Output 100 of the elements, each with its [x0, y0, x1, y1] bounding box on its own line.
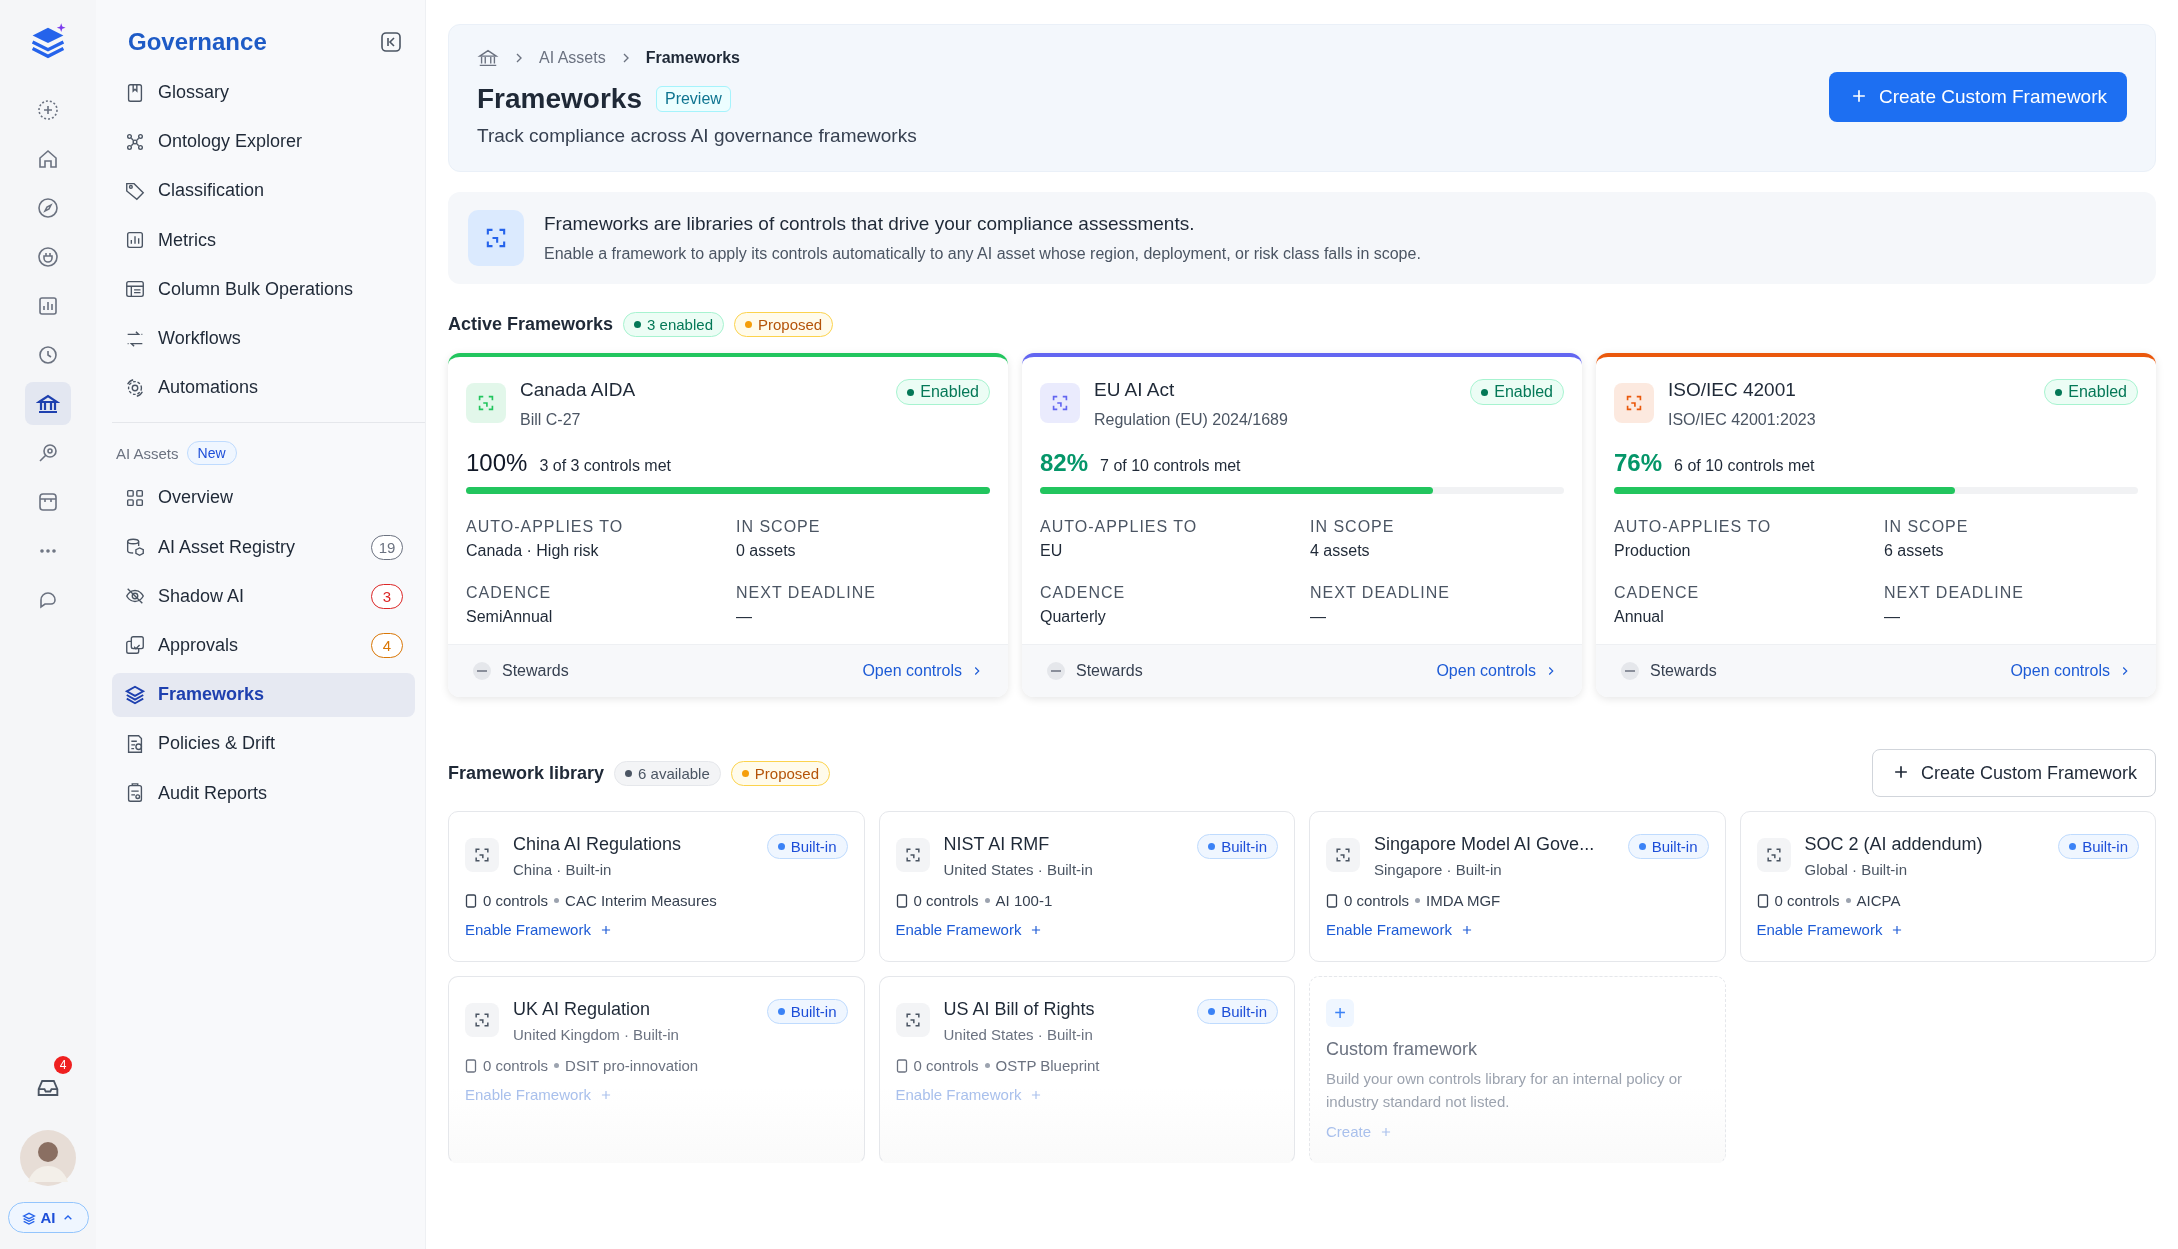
field-value: EU [1040, 542, 1064, 560]
open-controls-link[interactable]: Open controls [1436, 662, 1558, 680]
sidebar-title: Governance [128, 28, 267, 56]
field-value: Production [1614, 542, 1692, 560]
enable-framework-link[interactable]: Enable Framework [465, 921, 613, 938]
enable-framework-link[interactable]: Enable Framework [1756, 921, 1905, 938]
field-label: IN SCOPE [1884, 518, 1970, 536]
minus-icon [1620, 661, 1640, 681]
framework-name: China AI Regulations [513, 834, 683, 855]
framework-subtitle: Bill C-27 [520, 411, 582, 429]
open-controls-link[interactable]: Open controls [2010, 662, 2132, 680]
gear-icon [124, 376, 146, 399]
sidebar-item[interactable]: Workflows [112, 316, 415, 361]
open-controls-link[interactable]: Open controls [862, 662, 984, 680]
framework-name: NIST AI RMF [943, 834, 1051, 855]
framework-icon [895, 1003, 930, 1037]
create-framework-button[interactable]: Create Custom Framework [1871, 749, 2156, 797]
field-label: IN SCOPE [1310, 518, 1396, 536]
field-label: AUTO-APPLIES TO [1040, 518, 1199, 536]
framework-name: Canada AIDA [520, 379, 637, 401]
field-label: NEXT DEADLINE [736, 584, 877, 602]
framework-subtitle: ISO/IEC 42001:2023 [1668, 411, 1817, 429]
bank-icon[interactable] [25, 382, 71, 425]
stewards-label: Stewards [502, 662, 570, 680]
info-text: Enable a framework to apply its controls automatically to any AI asset whose region, deployment, or risk class falls in scope. [544, 245, 1421, 263]
custom-framework-text: Build your own controls library for an internal policy or industry standard not listed. [1326, 1069, 1683, 1112]
sidebar-item[interactable]: Frameworks [112, 672, 415, 717]
sidebar-item[interactable]: AI Asset Registry 19 [112, 525, 415, 570]
framework-subtitle: Global · Built-in [1804, 861, 1909, 878]
new-badge: New [186, 441, 237, 466]
breadcrumb-item[interactable]: Frameworks [645, 49, 740, 67]
ai-button[interactable]: AI [7, 1202, 89, 1233]
framework-icon [468, 210, 524, 266]
framework-icon [895, 838, 930, 872]
custom-framework-title: Custom framework [1326, 1039, 1479, 1060]
framework-subtitle: Singapore · Built-in [1374, 861, 1503, 878]
preview-badge: Preview [655, 86, 731, 112]
field-value: — [736, 608, 753, 626]
sidebar-item[interactable]: Audit Reports [112, 771, 415, 816]
stewards-label: Stewards [1650, 662, 1718, 680]
document-icon [465, 893, 477, 908]
sidebar-item[interactable]: Glossary [112, 70, 415, 115]
notification-badge: 4 [54, 1056, 72, 1074]
page-title: Frameworks [477, 83, 642, 115]
framework-icon [465, 1003, 499, 1037]
framework-subtitle: Regulation (EU) 2024/1689 [1094, 411, 1289, 429]
create-framework-button[interactable]: Create Custom Framework [1828, 72, 2127, 122]
field-value: 6 assets [1884, 542, 1945, 560]
field-value: 4 assets [1310, 542, 1371, 560]
framework-icon [1614, 383, 1654, 423]
percent-value: 100% [466, 449, 528, 477]
framework-source: IMDA MGF [1426, 892, 1501, 909]
sidebar-item[interactable]: Policies & Drift [112, 721, 415, 766]
proposed-badge: Proposed [730, 760, 830, 786]
controls-count: 0 controls [1344, 892, 1410, 909]
field-value: 0 assets [736, 542, 797, 560]
field-label: CADENCE [1040, 584, 1127, 602]
status-badge: Enabled [896, 379, 990, 405]
framework-name: ISO/IEC 42001 [1668, 379, 1797, 401]
framework-icon [465, 838, 499, 872]
field-value: SemiAnnual [466, 608, 554, 626]
section-heading: Framework library [448, 762, 605, 784]
field-value: Annual [1614, 608, 1665, 626]
sidebar-item[interactable]: Approvals 4 [112, 623, 415, 668]
count-badge: 3 enabled [623, 312, 724, 337]
field-value: Quarterly [1040, 608, 1107, 626]
framework-subtitle: United Kingdom · Built-in [513, 1026, 680, 1043]
page-subtitle: Track compliance across AI governance frameworks [477, 125, 917, 147]
framework-subtitle: United States · Built-in [943, 861, 1094, 878]
count-badge: 6 available [614, 760, 721, 786]
document-icon [465, 1058, 477, 1073]
document-icon [895, 1058, 908, 1073]
sidebar-item[interactable]: Column Bulk Operations [112, 267, 415, 312]
sidebar-item[interactable]: Metrics [112, 218, 415, 263]
framework-source: DSIT pro-innovation [565, 1057, 699, 1074]
breadcrumb-item[interactable]: AI Assets [539, 49, 606, 67]
field-label: AUTO-APPLIES TO [466, 518, 625, 536]
sidebar-item[interactable]: Shadow AI 3 [112, 574, 415, 619]
sidebar-item[interactable]: Automations [112, 365, 415, 410]
enable-framework-link[interactable]: Enable Framework [1326, 921, 1474, 938]
sidebar-item[interactable]: Ontology Explorer [112, 119, 415, 164]
proposed-badge: Proposed [734, 312, 834, 337]
built-in-badge: Built-in [1197, 834, 1278, 859]
built-in-badge: Built-in [766, 834, 848, 859]
sidebar-item[interactable]: Classification [112, 168, 415, 213]
framework-icon [1756, 838, 1791, 872]
controls-met: 3 of 3 controls met [539, 457, 671, 475]
avatar[interactable] [20, 1130, 76, 1186]
framework-source: AICPA [1856, 892, 1901, 909]
section-heading: Active Frameworks [448, 314, 614, 335]
collapse-icon[interactable] [379, 30, 403, 54]
framework-source: OSTP Blueprint [995, 1057, 1100, 1074]
sidebar-item[interactable]: Overview [112, 475, 415, 520]
percent-value: 76% [1614, 449, 1663, 477]
document-icon [1326, 893, 1338, 908]
document-icon [895, 893, 908, 908]
controls-met: 6 of 10 controls met [1674, 457, 1815, 475]
stewards-label: Stewards [1076, 662, 1144, 680]
enable-framework-link[interactable]: Enable Framework [895, 921, 1044, 938]
built-in-badge: Built-in [1197, 999, 1278, 1024]
